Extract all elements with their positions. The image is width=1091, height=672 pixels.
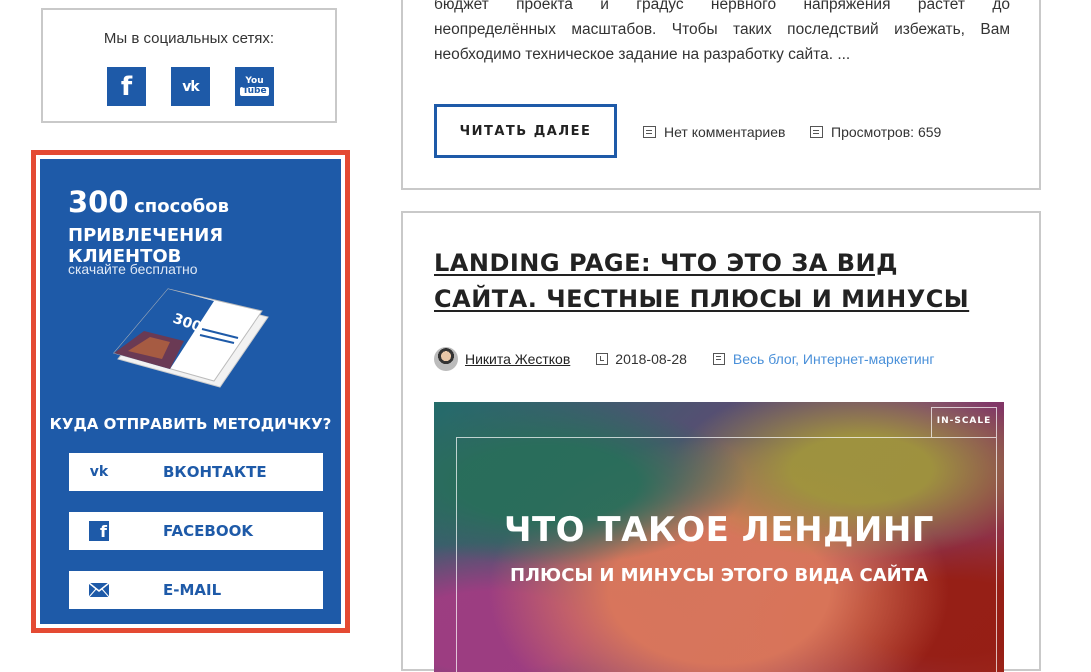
article-card-previous: бюджет проекта и градус нервного напряже… xyxy=(401,0,1041,190)
hero-title: ЧТО ТАКОЕ ЛЕНДИНГ xyxy=(504,510,934,550)
promo-question: КУДА ОТПРАВИТЬ МЕТОДИЧКУ? xyxy=(49,415,332,433)
vk-icon: vk xyxy=(89,464,109,480)
calendar-icon xyxy=(596,353,609,365)
article-hero-image[interactable]: IN-SCALE ЧТО ТАКОЕ ЛЕНДИНГ ПЛЮСЫ И МИНУС… xyxy=(434,402,1004,672)
author-avatar xyxy=(434,347,458,371)
vk-icon[interactable]: vk xyxy=(171,67,210,106)
social-networks-box: Мы в социальных сетях: f vk You Tube xyxy=(41,8,337,123)
hero-frame xyxy=(456,437,997,672)
vk-send-label: ВКОНТАКТЕ xyxy=(163,463,267,481)
excerpt-line: неопределённых масштабов. Чтобы таких по… xyxy=(434,21,1010,38)
article-card: LANDING PAGE: ЧТО ЭТО ЗА ВИД САЙТА. ЧЕСТ… xyxy=(401,211,1041,672)
article-meta: Никита Жестков 2018-08-28 Весь блог, Инт… xyxy=(434,347,935,371)
hero-badge: IN-SCALE xyxy=(931,407,997,437)
promo-title: 300 способов xyxy=(68,185,229,219)
youtube-icon-bottom: Tube xyxy=(240,86,269,96)
promo-banner-frame: 300 способов ПРИВЛЕЧЕНИЯ КЛИЕНТОВ скачай… xyxy=(31,150,350,633)
comment-icon xyxy=(643,126,656,138)
comments-count: Нет комментариев xyxy=(664,124,786,140)
read-more-button[interactable]: ЧИТАТЬ ДАЛЕЕ xyxy=(434,104,617,158)
excerpt-line: бюджет проекта и градус нервного напряже… xyxy=(434,0,1010,13)
youtube-icon-top: You xyxy=(245,76,264,86)
youtube-icon[interactable]: You Tube xyxy=(235,67,274,106)
article-categories[interactable]: Весь блог, Интернет-маркетинг xyxy=(733,351,935,367)
promo-number: 300 xyxy=(68,185,129,219)
facebook-icon: f xyxy=(89,521,109,541)
views-icon xyxy=(810,126,823,138)
category-icon xyxy=(712,353,725,365)
comments-meta[interactable]: Нет комментариев xyxy=(643,124,785,140)
promo-banner: 300 способов ПРИВЛЕЧЕНИЯ КЛИЕНТОВ скачай… xyxy=(40,159,341,624)
views-meta: Просмотров: 659 xyxy=(810,124,941,140)
article-date: 2018-08-28 xyxy=(615,351,687,367)
facebook-icon[interactable]: f xyxy=(107,67,146,106)
social-icons: f vk You Tube xyxy=(107,67,274,106)
article-excerpt: бюджет проекта и градус нервного напряже… xyxy=(434,0,1010,67)
facebook-send-label: FACEBOOK xyxy=(163,522,253,540)
envelope-icon xyxy=(88,582,110,598)
brochure-image: 300 xyxy=(113,288,269,388)
promo-title-line1: способов xyxy=(134,196,229,217)
promo-caption: скачайте бесплатно xyxy=(68,261,198,277)
author-link[interactable]: Никита Жестков xyxy=(465,351,570,367)
email-send-button[interactable]: E-MAIL xyxy=(69,571,323,609)
article-title-link[interactable]: LANDING PAGE: ЧТО ЭТО ЗА ВИД САЙТА. ЧЕСТ… xyxy=(434,245,994,317)
facebook-send-button[interactable]: f FACEBOOK xyxy=(69,512,323,550)
vk-send-button[interactable]: vk ВКОНТАКТЕ xyxy=(69,453,323,491)
hero-subtitle: ПЛЮСЫ И МИНУСЫ ЭТОГО ВИДА САЙТА xyxy=(510,565,928,586)
email-send-label: E-MAIL xyxy=(163,581,222,599)
views-count: Просмотров: 659 xyxy=(831,124,942,140)
social-title: Мы в социальных сетях: xyxy=(103,30,275,47)
excerpt-line: необходимо техническое задание на разраб… xyxy=(434,46,851,63)
